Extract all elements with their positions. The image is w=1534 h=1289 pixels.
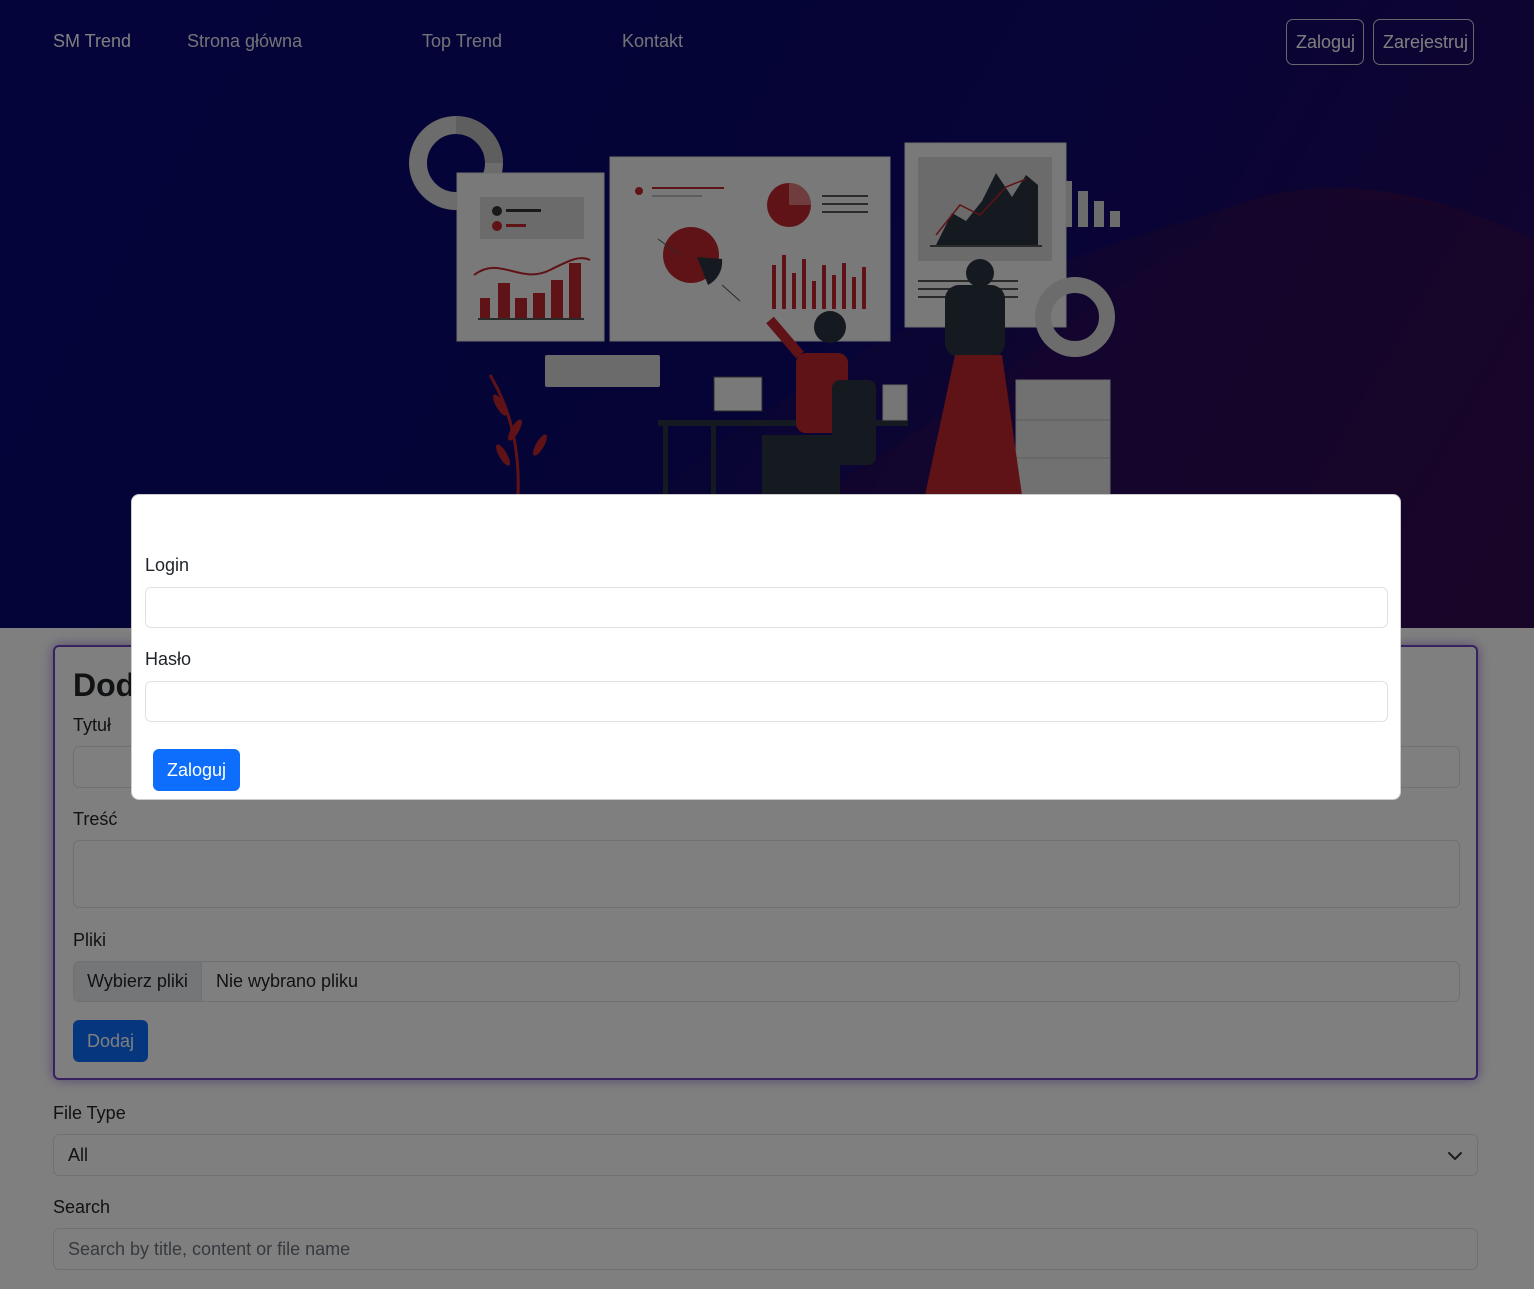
login-modal: Login Hasło Zaloguj	[131, 494, 1401, 800]
password-field-label: Hasło	[145, 649, 192, 669]
modal-login-button[interactable]: Zaloguj	[153, 749, 240, 791]
password-field[interactable]	[145, 681, 1388, 722]
login-field[interactable]	[145, 587, 1388, 628]
login-field-label: Login	[145, 555, 190, 575]
